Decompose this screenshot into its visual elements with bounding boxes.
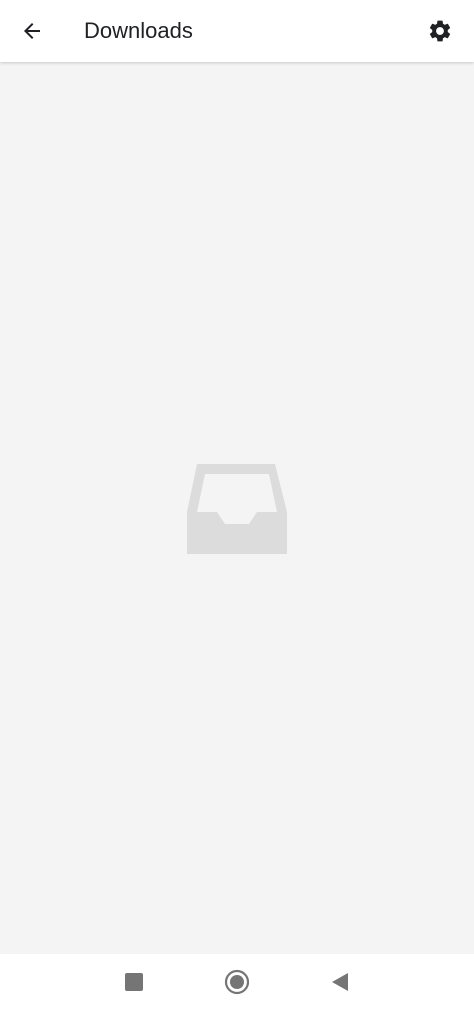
- system-nav-bar: [0, 954, 474, 1010]
- square-icon: [125, 973, 143, 991]
- arrow-back-icon: [24, 23, 40, 39]
- back-button[interactable]: [12, 11, 52, 51]
- nav-recents-button[interactable]: [118, 966, 150, 998]
- page-title: Downloads: [84, 18, 193, 43]
- nav-home-button[interactable]: [221, 966, 253, 998]
- app-bar: Downloads: [0, 0, 474, 62]
- circle-icon: [224, 969, 250, 995]
- inbox-tray-icon: [187, 464, 287, 554]
- downloads-content: [0, 62, 474, 954]
- gear-icon: [429, 20, 451, 42]
- nav-back-button[interactable]: [324, 966, 356, 998]
- triangle-back-icon: [332, 973, 348, 991]
- settings-button[interactable]: [420, 11, 460, 51]
